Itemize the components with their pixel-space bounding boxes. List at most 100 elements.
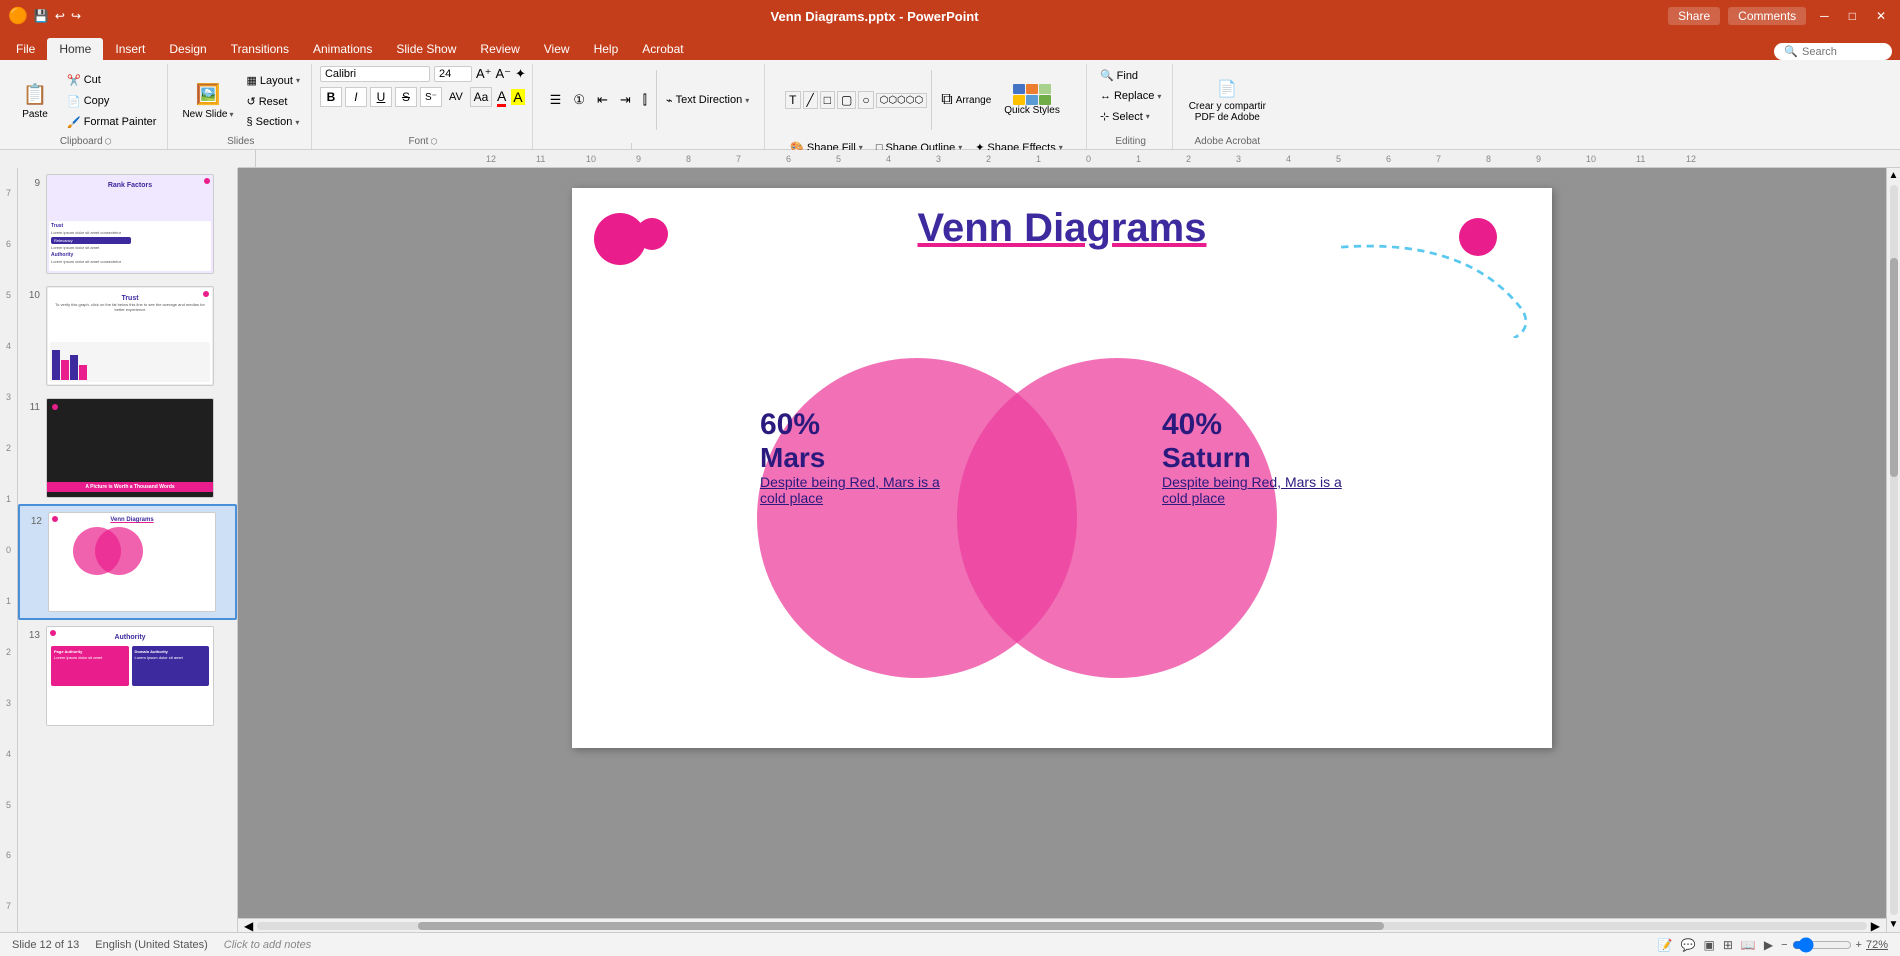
left-description: Despite being Red, Mars is a cold place	[760, 474, 960, 506]
slide-thumb-9[interactable]: 9 Rank Factors Trust Lorem ipsum dolor s…	[18, 168, 237, 280]
section-button[interactable]: § Section ▾	[242, 113, 305, 131]
scroll-up-btn[interactable]: ▲	[1887, 168, 1900, 183]
columns-button[interactable]: ⫿	[638, 90, 652, 110]
clipboard-content: 📋 Paste ✂️ Cut 📄 Copy 🖌️ Format Painter	[10, 66, 161, 136]
scroll-thumb[interactable]	[418, 922, 1384, 930]
tab-transitions[interactable]: Transitions	[219, 38, 301, 60]
tab-acrobat[interactable]: Acrobat	[630, 38, 695, 60]
create-pdf-button[interactable]: 📄 Crear y compartir PDF de Adobe	[1181, 75, 1273, 127]
minimize-icon[interactable]: ─	[1814, 9, 1835, 23]
slides-label: Slides	[176, 136, 305, 149]
increase-indent-button[interactable]: ⇥	[615, 90, 636, 110]
slide-thumb-10[interactable]: 10 Trust To verify this graph, click on …	[18, 280, 237, 392]
presenter-view-btn[interactable]: ▶	[1764, 938, 1773, 952]
slide-thumb-12[interactable]: 12 Venn Diagrams	[18, 504, 237, 620]
search-input[interactable]	[1802, 46, 1882, 58]
quick-access-redo-icon[interactable]: ↪	[71, 9, 81, 23]
tab-insert[interactable]: Insert	[103, 38, 157, 60]
italic-button[interactable]: I	[345, 87, 367, 107]
clipboard-expand-icon[interactable]: ⬡	[105, 137, 112, 146]
tab-animations[interactable]: Animations	[301, 38, 384, 60]
quick-styles-button[interactable]: Quick Styles	[998, 80, 1066, 120]
normal-view-btn[interactable]: ▣	[1704, 938, 1715, 952]
font-size-input[interactable]	[434, 66, 472, 82]
ribbon-group-adobe: 📄 Crear y compartir PDF de Adobe Adobe A…	[1175, 64, 1279, 149]
tab-review[interactable]: Review	[468, 38, 531, 60]
decrease-font-icon[interactable]: A⁻	[496, 66, 512, 82]
zoom-out-btn[interactable]: −	[1781, 939, 1787, 951]
slide-num-11: 11	[22, 398, 40, 413]
font-family-input[interactable]	[320, 66, 430, 82]
quick-access-undo-icon[interactable]: ↩	[55, 9, 65, 23]
rect-tool[interactable]: □	[820, 91, 835, 109]
new-slide-dropdown-icon[interactable]: ▾	[229, 110, 233, 119]
underline-button[interactable]: U	[370, 87, 392, 107]
select-button[interactable]: ⊹ Select ▾	[1095, 107, 1155, 126]
text-box-tool[interactable]: T	[785, 91, 800, 109]
reading-view-btn[interactable]: 📖	[1741, 938, 1756, 952]
comments-view-btn[interactable]: 💬	[1681, 938, 1696, 952]
strikethrough-button[interactable]: S	[395, 87, 417, 107]
cut-button[interactable]: ✂️ Cut	[62, 71, 161, 90]
tab-help[interactable]: Help	[582, 38, 631, 60]
zoom-slider[interactable]	[1792, 937, 1852, 953]
layout-button[interactable]: ▦ Layout ▾	[242, 71, 305, 90]
decrease-indent-button[interactable]: ⇤	[592, 90, 613, 110]
scroll-right-btn[interactable]: ▶	[1867, 919, 1884, 933]
tab-home[interactable]: Home	[47, 38, 103, 60]
tab-design[interactable]: Design	[157, 38, 218, 60]
font-case-button[interactable]: Aa	[470, 87, 492, 107]
scroll-left-btn[interactable]: ◀	[240, 919, 257, 933]
left-percentage: 60%	[760, 408, 960, 442]
v-scroll-thumb[interactable]	[1890, 258, 1898, 477]
shadow-button[interactable]: S⁻	[420, 87, 442, 107]
ribbon-group-paragraph: ☰ ① ⇤ ⇥ ⫿ ⌁ Text Direction ▾ ≡ ≡ ≡ ≡ ↕	[535, 64, 765, 149]
search-box[interactable]: 🔍	[1774, 43, 1892, 60]
reset-button[interactable]: ↺ Reset	[242, 92, 305, 111]
tab-file[interactable]: File	[4, 38, 47, 60]
zoom-in-btn[interactable]: +	[1856, 939, 1862, 951]
highlight-color-button[interactable]: A	[511, 89, 524, 105]
font-expand-icon[interactable]: ⬡	[430, 137, 437, 146]
clear-format-icon[interactable]: ✦	[515, 66, 526, 82]
tab-slideshow[interactable]: Slide Show	[384, 38, 468, 60]
comments-button[interactable]: Comments	[1728, 7, 1806, 25]
new-slide-button[interactable]: 🖼️ New Slide ▾	[176, 78, 239, 124]
copy-button[interactable]: 📄 Copy	[62, 92, 161, 111]
slide-thumb-13[interactable]: 13 Authority Page Authority Lorem ipsum …	[18, 620, 237, 732]
close-icon[interactable]: ✕	[1870, 9, 1892, 23]
numbering-button[interactable]: ①	[568, 90, 590, 110]
maximize-icon[interactable]: □	[1843, 9, 1862, 23]
paste-button[interactable]: 📋 Paste	[10, 78, 60, 124]
line-tool[interactable]: ╱	[803, 91, 818, 109]
right-planet: Saturn	[1162, 442, 1362, 474]
replace-button[interactable]: ↔ Replace ▾	[1095, 87, 1166, 105]
spacing-button[interactable]: AV	[445, 87, 467, 107]
venn-circle-right[interactable]	[957, 358, 1277, 678]
bullets-button[interactable]: ☰	[545, 90, 567, 110]
slides-content: 🖼️ New Slide ▾ ▦ Layout ▾ ↺ Reset §	[176, 66, 305, 136]
find-button[interactable]: 🔍 Find	[1095, 66, 1143, 85]
oval-tool[interactable]: ○	[858, 91, 873, 109]
canvas-area[interactable]: Venn Diagrams 60% Mars Despite being Red…	[238, 168, 1886, 932]
bold-button[interactable]: B	[320, 87, 342, 107]
clipboard-col: ✂️ Cut 📄 Copy 🖌️ Format Painter	[62, 71, 161, 132]
rounded-rect-tool[interactable]: ▢	[837, 91, 856, 109]
scroll-down-btn[interactable]: ▼	[1887, 917, 1900, 932]
notes-view-btn[interactable]: 📝	[1658, 938, 1673, 952]
vertical-scrollbar[interactable]: ▲ ▼	[1886, 168, 1900, 932]
tab-view[interactable]: View	[532, 38, 582, 60]
font-color-button[interactable]: A	[497, 88, 506, 107]
increase-font-icon[interactable]: A⁺	[476, 66, 492, 82]
horizontal-scrollbar[interactable]: ◀ ▶	[238, 918, 1886, 932]
zoom-level[interactable]: 72%	[1866, 939, 1888, 951]
notes-label[interactable]: Click to add notes	[224, 939, 311, 951]
text-direction-button[interactable]: ⌁ Text Direction ▾	[661, 91, 754, 110]
format-painter-button[interactable]: 🖌️ Format Painter	[62, 113, 161, 132]
slide-sorter-btn[interactable]: ⊞	[1723, 938, 1733, 952]
arrange-button[interactable]: ⧉ Arrange	[936, 88, 996, 112]
share-button[interactable]: Share	[1668, 7, 1720, 25]
slide-thumb-11[interactable]: 11 A Picture is Worth a Thousand Words	[18, 392, 237, 504]
quick-access-save-icon[interactable]: 💾	[34, 9, 49, 23]
more-shapes-tool[interactable]: ⬡⬡⬡⬡⬡	[876, 93, 928, 108]
